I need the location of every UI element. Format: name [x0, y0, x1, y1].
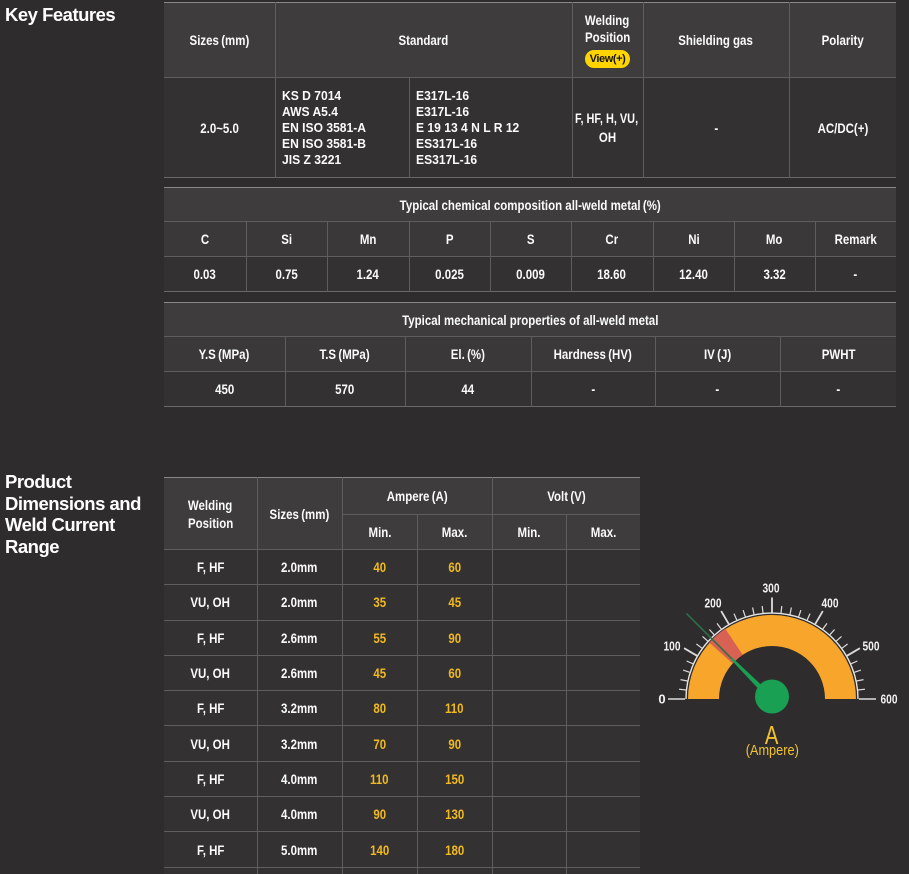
svg-text:600: 600 — [881, 692, 898, 707]
svg-text:500: 500 — [863, 639, 880, 654]
svg-text:400: 400 — [822, 596, 839, 611]
svg-text:200: 200 — [705, 596, 722, 611]
svg-text:300: 300 — [763, 581, 780, 596]
svg-text:0: 0 — [658, 692, 665, 707]
svg-text:100: 100 — [664, 639, 681, 654]
